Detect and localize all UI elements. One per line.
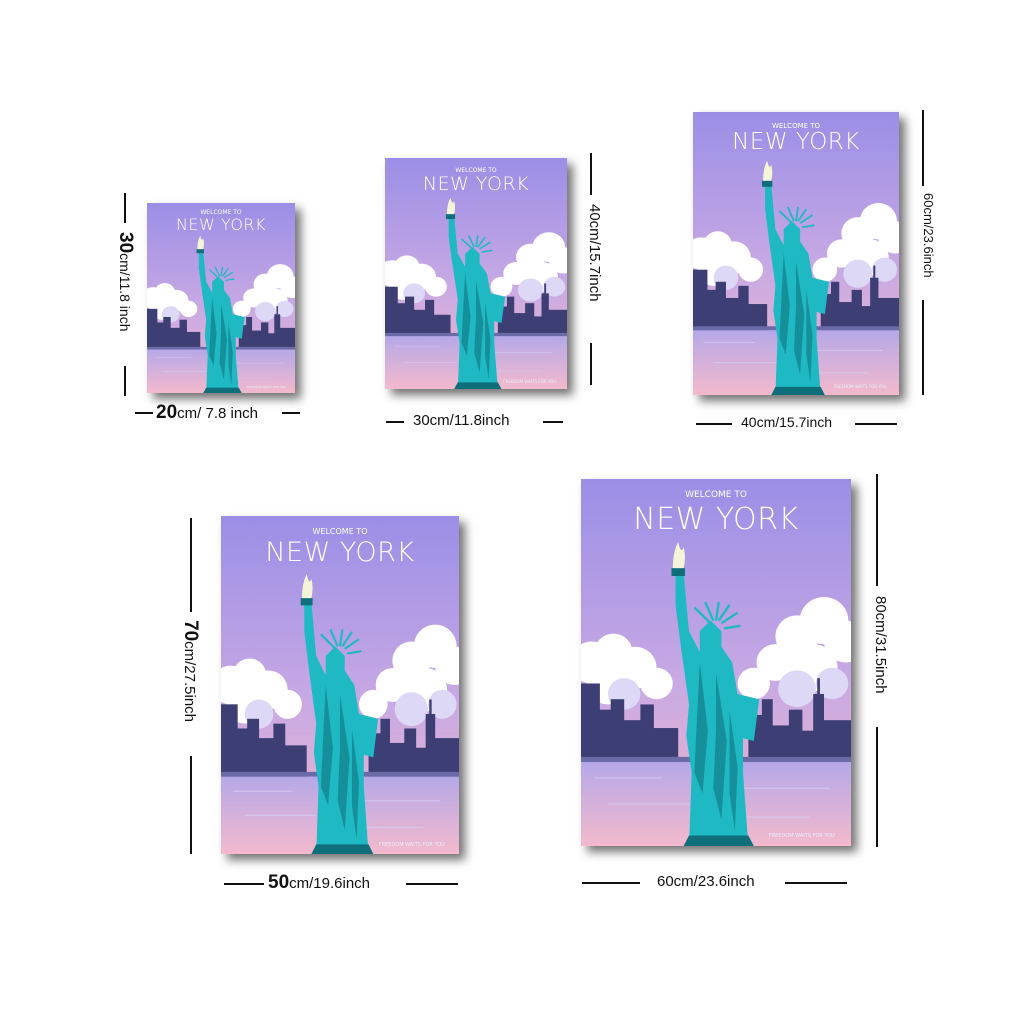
dimension-line xyxy=(190,756,192,854)
dimension-line xyxy=(124,193,126,223)
height-label-40x60: 60cm/23.6inch xyxy=(921,193,936,278)
height-label-20x30: 30cm/11.8 inch xyxy=(115,232,136,332)
height-label-30x40: 40cm/15.7inch xyxy=(586,204,603,302)
dimension-line xyxy=(282,412,300,414)
poster-welcome-text: WELCOME TO xyxy=(685,490,747,500)
poster-title: NEW YORK xyxy=(175,215,267,234)
poster-tagline: FREEDOM WAITS FOR YOU xyxy=(378,842,445,848)
width-label-20x30: 20cm/ 7.8 inch xyxy=(156,402,259,423)
poster-title: NEW YORK xyxy=(422,173,530,195)
height-label-50x70: 70cm/27.5inch xyxy=(180,620,201,723)
poster-tagline: FREEDOM WAITS FOR YOU xyxy=(768,833,835,839)
dimension-line xyxy=(876,727,878,847)
poster-40x60: WELCOME TO NEW YORK FREEDOM WAITS FOR YO… xyxy=(693,112,899,395)
dimension-line xyxy=(135,412,153,414)
dimension-line xyxy=(922,110,924,186)
poster-30x40: WELCOME TO NEW YORK FREEDOM WAITS FOR YO… xyxy=(385,158,567,389)
dimension-line xyxy=(543,421,563,423)
dimension-line xyxy=(785,882,847,884)
dimension-line xyxy=(386,421,404,423)
width-label-60x80: 60cm/23.6inch xyxy=(657,873,755,890)
width-label-50x70: 50cm/19.6inch xyxy=(268,872,371,893)
poster-tagline: FREEDOM WAITS FOR YOU xyxy=(503,379,557,384)
dimension-line xyxy=(124,366,126,396)
width-label-40x60: 40cm/15.7inch xyxy=(741,414,833,430)
dimension-line xyxy=(406,883,458,885)
dimension-line xyxy=(855,423,897,425)
poster-20x30: WELCOME TO NEW YORK FREEDOM WAITS FOR YO… xyxy=(147,203,295,393)
poster-welcome-text: WELCOME TO xyxy=(312,527,368,536)
dimension-line xyxy=(922,300,924,395)
dimension-line xyxy=(696,423,732,425)
height-label-60x80: 80cm/31.5inch xyxy=(872,596,889,694)
dimension-line xyxy=(876,474,878,586)
dimension-line xyxy=(590,153,592,195)
poster-60x80: WELCOME TO NEW YORK FREEDOM WAITS FOR YO… xyxy=(581,479,851,846)
poster-title: NEW YORK xyxy=(265,537,415,568)
poster-title: NEW YORK xyxy=(633,502,799,537)
dimension-line xyxy=(582,882,640,884)
dimension-line xyxy=(590,343,592,385)
dimension-line xyxy=(224,883,264,885)
poster-50x70: WELCOME TO NEW YORK FREEDOM WAITS FOR YO… xyxy=(221,516,459,854)
poster-title: NEW YORK xyxy=(732,129,860,155)
poster-tagline: FREEDOM WAITS FOR YOU xyxy=(246,385,287,389)
dimension-line xyxy=(190,518,192,612)
width-label-30x40: 30cm/11.8inch xyxy=(413,412,510,429)
poster-tagline: FREEDOM WAITS FOR YOU xyxy=(833,384,887,389)
